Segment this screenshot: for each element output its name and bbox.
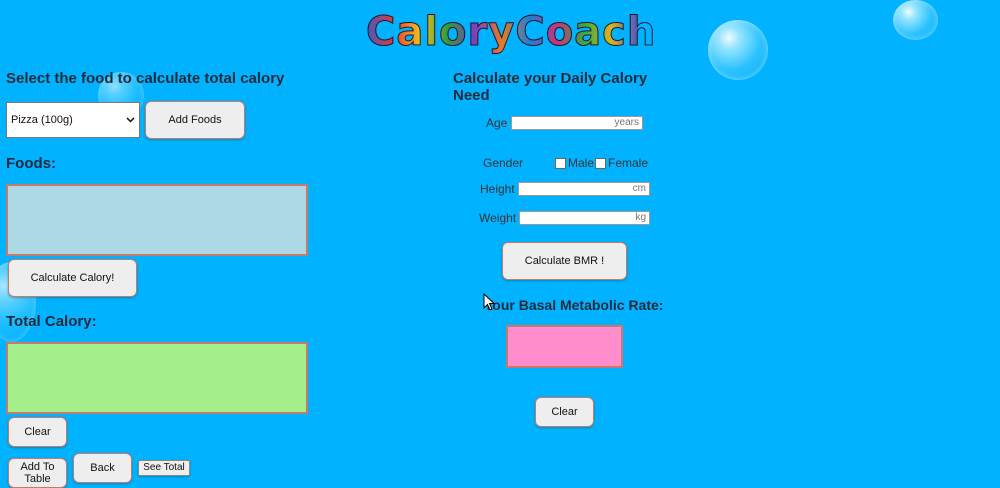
female-checkbox[interactable] xyxy=(595,158,606,170)
weight-input[interactable]: kg xyxy=(519,211,650,225)
see-total-button[interactable]: See Total xyxy=(138,460,190,476)
male-label: Male xyxy=(568,156,595,170)
foods-label: Foods: xyxy=(6,155,56,172)
bubble-decoration xyxy=(708,20,768,80)
height-label: Height xyxy=(480,182,515,196)
height-input[interactable]: cm xyxy=(518,182,650,196)
age-label: Age xyxy=(486,116,508,130)
foods-list-box xyxy=(6,184,308,256)
bmr-result-box xyxy=(506,325,623,368)
gender-label: Gender xyxy=(483,156,524,170)
clear-bmr-button[interactable]: Clear xyxy=(535,397,594,427)
female-label: Female xyxy=(608,156,649,170)
back-button[interactable]: Back xyxy=(73,453,132,483)
bmr-section-heading: Calculate your Daily Calory Need xyxy=(453,70,648,104)
male-checkbox[interactable] xyxy=(555,158,566,170)
bmr-result-label: Your Basal Metabolic Rate: xyxy=(484,297,664,313)
add-foods-button[interactable]: Add Foods xyxy=(145,101,245,139)
weight-label: Weight xyxy=(479,211,517,225)
mouse-cursor-icon xyxy=(483,292,496,316)
total-calory-label: Total Calory: xyxy=(6,313,97,330)
food-section-heading: Select the food to calculate total calor… xyxy=(6,70,285,87)
gender-male-option[interactable]: Male xyxy=(555,156,594,170)
clear-calory-button[interactable]: Clear xyxy=(8,417,67,447)
gender-female-option[interactable]: Female xyxy=(595,156,648,170)
age-input[interactable]: years xyxy=(511,116,643,130)
bubble-decoration xyxy=(893,0,938,40)
calculate-bmr-button[interactable]: Calculate BMR ! xyxy=(502,242,627,280)
food-select[interactable]: Pizza (100g) xyxy=(6,102,140,138)
food-select-value: Pizza (100g) xyxy=(11,114,73,126)
total-calory-box xyxy=(6,342,308,414)
app-logo: CaloryCoach xyxy=(366,9,657,56)
chevron-down-icon xyxy=(126,114,135,126)
calculate-calory-button[interactable]: Calculate Calory! xyxy=(8,259,137,297)
